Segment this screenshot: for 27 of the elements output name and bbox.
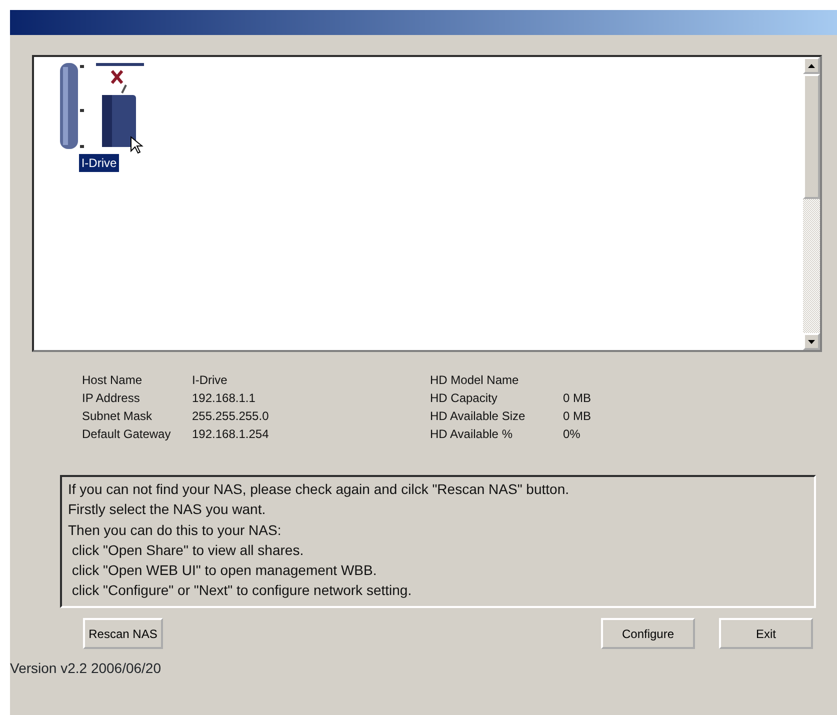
- configure-button[interactable]: Configure: [601, 618, 695, 649]
- field-value: 0 MB: [563, 390, 592, 406]
- field-value: 192.168.1.1: [192, 390, 256, 406]
- version-text: Version v2.2 2006/06/20: [10, 659, 162, 678]
- down-arrow-icon: [808, 340, 815, 344]
- field-value: 255.255.255.0: [192, 408, 270, 424]
- scroll-thumb[interactable]: [803, 74, 820, 199]
- field-value: 0%: [563, 426, 582, 442]
- field-label: Default Gateway: [82, 426, 172, 442]
- field-label: HD Capacity: [430, 390, 498, 406]
- field-label: Host Name: [82, 372, 144, 388]
- scroll-down-button[interactable]: [803, 333, 820, 350]
- field-label: HD Available Size: [430, 408, 526, 424]
- up-arrow-icon: [808, 64, 815, 68]
- field-value: I-Drive: [192, 372, 228, 388]
- field-label: Subnet Mask: [82, 408, 154, 424]
- field-label: HD Available %: [430, 426, 514, 442]
- field-value: 192.168.1.254: [192, 426, 270, 442]
- field-value: 0 MB: [563, 408, 592, 424]
- rescan-button[interactable]: Rescan NAS: [83, 618, 163, 649]
- help-message-box: If you can not find your NAS, please check again and cilck "Rescan NAS" button. Firstly select the NAS you want. Then you can do this to your NAS: click "Open Share" to view all shares. click "Open WEB UI" to open management WBB. click "Configure" or "Next" to configure network setting.: [60, 475, 816, 608]
- exit-button[interactable]: Exit: [719, 618, 813, 649]
- scroll-up-button[interactable]: [803, 57, 820, 74]
- field-label: IP Address: [82, 390, 141, 406]
- scrollbar[interactable]: [803, 57, 820, 350]
- field-label: HD Model Name: [430, 372, 520, 388]
- device-label[interactable]: I-Drive: [79, 154, 119, 172]
